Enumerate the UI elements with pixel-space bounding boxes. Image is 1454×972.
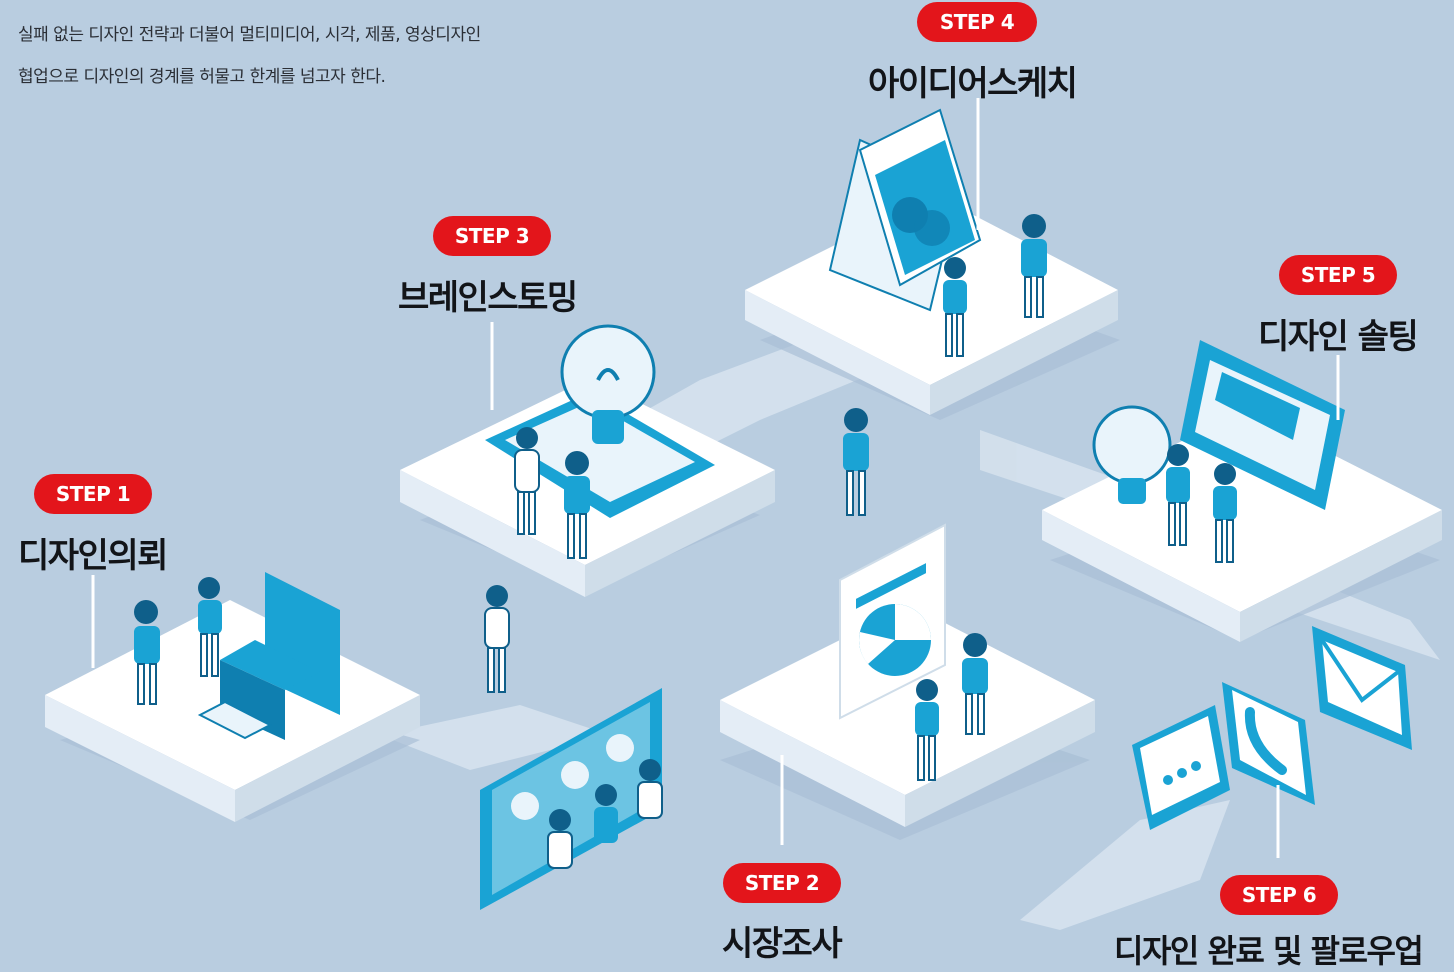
step-3-badge: STEP 3 [433, 216, 551, 256]
step-4-title: 아이디어스케치 [868, 64, 1078, 104]
platform-step-3 [400, 324, 775, 597]
intro-text: 실패 없는 디자인 전략과 더불어 멀티미디어, 시각, 제품, 영상디자인 협… [18, 14, 481, 98]
step-2-badge: STEP 2 [723, 863, 841, 903]
step-2-title: 시장조사 [722, 924, 843, 964]
step-5-title: 디자인 솔팅 [1258, 317, 1419, 357]
step-5-badge: STEP 5 [1279, 255, 1397, 295]
platform-step-5 [1042, 340, 1442, 642]
step-6-badge: STEP 6 [1220, 875, 1338, 915]
platform-step-1 [45, 572, 420, 822]
intro-line-2: 협업으로 디자인의 경계를 허물고 한계를 넘고자 한다. [18, 67, 386, 87]
step-1-badge: STEP 1 [34, 474, 152, 514]
step-1-title: 디자인의뢰 [18, 536, 168, 576]
step-3-title: 브레인스토밍 [398, 278, 578, 318]
step-4-badge: STEP 4 [917, 2, 1037, 42]
phone-icon [1222, 682, 1315, 805]
intro-line-1: 실패 없는 디자인 전략과 더불어 멀티미디어, 시각, 제품, 영상디자인 [18, 25, 481, 45]
step-6-title: 디자인 완료 및 팔로우업 [1114, 932, 1424, 970]
process-illustration [45, 98, 1442, 930]
